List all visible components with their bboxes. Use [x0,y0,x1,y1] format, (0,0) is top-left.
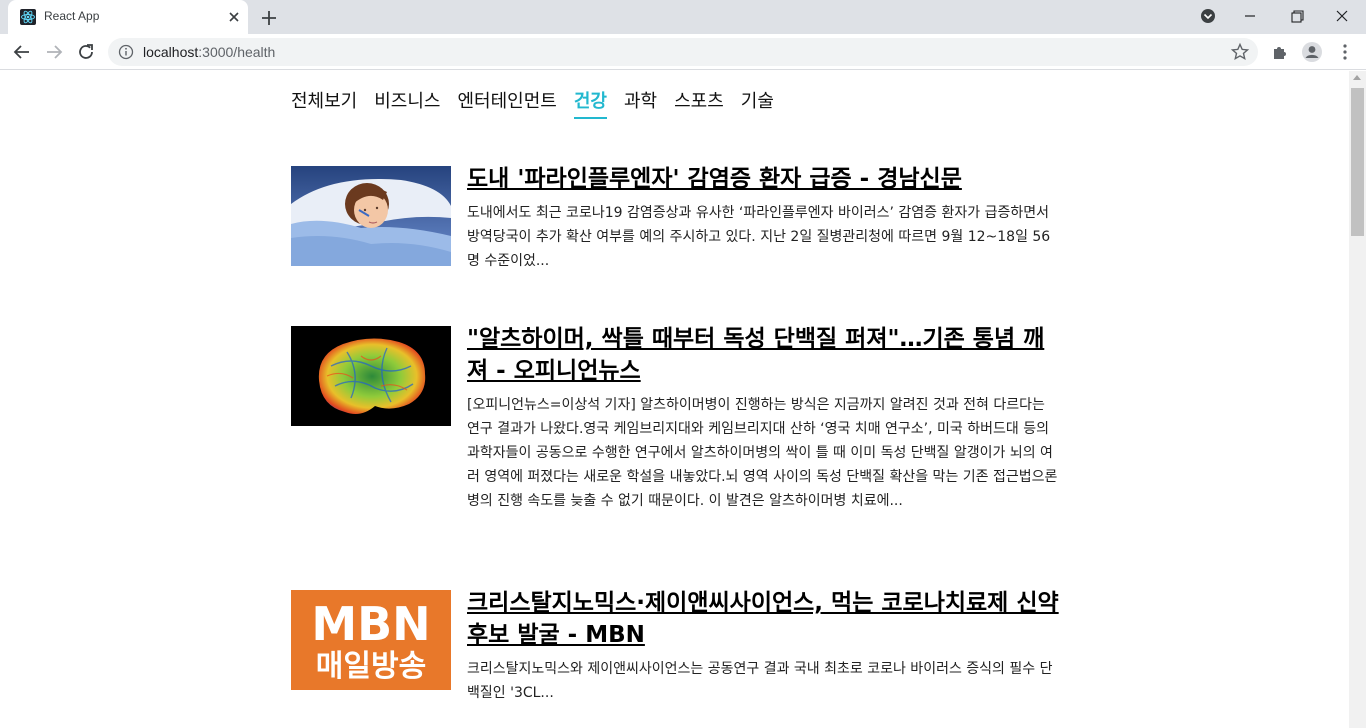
new-tab-icon[interactable] [258,7,280,29]
news-item: "알츠하이머, 싹틀 때부터 독성 단백질 퍼져"…기존 통념 깨져 - 오피니… [291,326,1059,513]
bookmark-star-icon[interactable] [1230,42,1250,62]
browser-tab[interactable]: React App [8,0,248,34]
close-tab-icon[interactable] [225,8,243,26]
address-bar[interactable]: localhost:3000/health [108,38,1258,66]
category-entertainment[interactable]: 엔터테인먼트 [458,87,557,119]
category-business[interactable]: 비즈니스 [374,87,440,119]
article-description: 크리스탈지노믹스와 제이앤씨사이언스는 공동연구 결과 국내 최초로 코로나 바… [467,661,1053,701]
article-thumbnail[interactable]: MBN 매일방송 [291,590,451,690]
category-nav: 전체보기 비즈니스 엔터테인먼트 건강 과학 스포츠 기술 [291,87,774,119]
reload-icon[interactable] [74,40,98,64]
category-science[interactable]: 과학 [624,87,657,119]
mbn-logo-subtext: 매일방송 [316,649,426,684]
mbn-logo: MBN 매일방송 [291,590,451,690]
article-description: 도내에서도 최근 코로나19 감염증상과 유사한 ‘파라인플루엔자 바이러스’ … [467,205,1051,269]
forward-arrow-icon[interactable] [42,40,66,64]
article-thumbnail[interactable] [291,326,451,426]
tab-search-icon[interactable] [1194,4,1222,28]
news-item: 도내 '파라인플루엔자' 감염증 환자 급증 - 경남신문 도내에서도 최근 코… [291,166,1059,273]
article-contents: 크리스탈지노믹스·제이앤씨사이언스, 먹는 코로나치료제 신약후보 발굴 - M… [467,590,1059,705]
site-info-icon[interactable] [118,44,134,60]
address-toolbar: localhost:3000/health [0,34,1366,70]
restore-icon[interactable] [1283,4,1311,28]
url-path: :3000/health [198,44,276,60]
url-host: localhost [143,44,199,60]
category-technology[interactable]: 기술 [741,87,774,119]
scroll-up-arrow-icon[interactable] [1353,75,1361,80]
vertical-scrollbar[interactable] [1349,71,1366,728]
article-title[interactable]: 도내 '파라인플루엔자' 감염증 환자 급증 - 경남신문 [467,163,1059,195]
close-window-icon[interactable] [1328,4,1356,28]
category-all[interactable]: 전체보기 [291,87,357,119]
mbn-logo-text: MBN [311,597,430,651]
article-description: [오피니언뉴스=이상석 기자] 알츠하이머병이 진행하는 방식은 지금까지 알려… [467,397,1058,509]
profile-avatar-icon[interactable] [1300,40,1324,64]
article-title[interactable]: 크리스탈지노믹스·제이앤씨사이언스, 먹는 코로나치료제 신약후보 발굴 - M… [467,587,1059,651]
article-title[interactable]: "알츠하이머, 싹틀 때부터 독성 단백질 퍼져"…기존 통념 깨져 - 오피니… [467,323,1059,387]
browser-tabstrip: React App [0,0,1366,34]
news-item: MBN 매일방송 크리스탈지노믹스·제이앤씨사이언스, 먹는 코로나치료제 신약… [291,590,1059,705]
article-contents: 도내 '파라인플루엔자' 감염증 환자 급증 - 경남신문 도내에서도 최근 코… [467,166,1059,273]
url-text: localhost:3000/health [143,44,275,60]
tab-title: React App [44,9,100,23]
category-health[interactable]: 건강 [573,87,607,119]
article-thumbnail[interactable] [291,166,451,266]
back-arrow-icon[interactable] [10,40,34,64]
more-menu-icon[interactable] [1333,40,1357,64]
minimize-icon[interactable] [1236,4,1264,28]
article-contents: "알츠하이머, 싹틀 때부터 독성 단백질 퍼져"…기존 통념 깨져 - 오피니… [467,326,1059,513]
category-sports[interactable]: 스포츠 [674,87,724,119]
extensions-puzzle-icon[interactable] [1268,40,1292,64]
react-favicon-icon [20,9,36,25]
page-viewport: 전체보기 비즈니스 엔터테인먼트 건강 과학 스포츠 기술 도내 '파라인플루엔… [0,71,1349,728]
scrollbar-thumb[interactable] [1351,88,1364,236]
